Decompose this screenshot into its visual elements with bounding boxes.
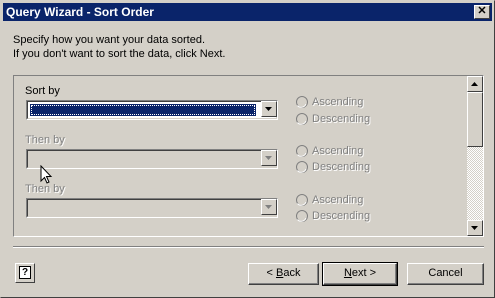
then-by-2-dropdown[interactable] — [26, 198, 278, 218]
scrollbar-thumb[interactable] — [467, 92, 483, 147]
sort-by-ascending-radio[interactable] — [296, 96, 308, 108]
then-by-2-ascending-radio[interactable] — [296, 194, 308, 206]
sort-by-field-frame — [27, 101, 277, 119]
next-label-rest: ext > — [351, 267, 377, 279]
then-by-1-dropdown[interactable] — [26, 149, 278, 169]
back-prefix: < — [266, 267, 276, 279]
then-by-2-descending-label: Descending — [312, 210, 371, 222]
sort-by-descending-label: Descending — [312, 113, 371, 125]
cancel-button[interactable]: Cancel — [407, 263, 484, 285]
next-button[interactable]: Next > — [322, 262, 398, 286]
sort-by-selected-value — [30, 104, 256, 116]
close-button[interactable]: ✕ — [474, 5, 490, 19]
close-icon: ✕ — [477, 5, 487, 17]
back-label-rest: ack — [283, 267, 301, 279]
sort-by-dropdown[interactable] — [26, 100, 278, 120]
scroll-up-icon — [471, 82, 478, 86]
scroll-down-button[interactable] — [467, 220, 483, 236]
divider — [13, 246, 484, 248]
sort-by-descending-radio[interactable] — [296, 113, 308, 125]
then-by-1-dropdown-button[interactable] — [261, 150, 277, 166]
then-by-2-field-frame — [27, 199, 277, 217]
then-by-2-descending-radio[interactable] — [296, 210, 308, 222]
instruction-line-2: If you don't want to sort the data, clic… — [13, 48, 226, 60]
then-by-1-ascending-radio[interactable] — [296, 145, 308, 157]
help-button[interactable]: ? — [15, 263, 35, 283]
help-icon: ? — [19, 266, 31, 279]
sort-order-panel: Sort by Ascending Descending Then by Asc… — [13, 75, 484, 237]
dropdown-arrow-icon — [265, 156, 272, 160]
sort-by-label: Sort by — [25, 85, 60, 97]
title-bar[interactable]: Query Wizard - Sort Order ✕ — [3, 3, 492, 21]
window-title: Query Wizard - Sort Order — [6, 5, 154, 19]
scroll-down-icon — [471, 226, 478, 230]
then-by-2-ascending-label: Ascending — [312, 194, 364, 206]
sort-by-dropdown-button[interactable] — [261, 101, 277, 117]
instructions: Specify how you want your data sorted. I… — [13, 33, 225, 61]
then-by-2-dropdown-button[interactable] — [261, 199, 277, 215]
then-by-1-ascending-label: Ascending — [312, 145, 364, 157]
dropdown-arrow-icon — [265, 205, 272, 209]
sort-by-ascending-label: Ascending — [312, 96, 364, 108]
then-by-1-descending-radio[interactable] — [296, 161, 308, 173]
instruction-line-1: Specify how you want your data sorted. — [13, 34, 205, 46]
then-by-1-descending-label: Descending — [312, 161, 371, 173]
back-button[interactable]: < Back — [248, 263, 319, 285]
next-accelerator: N — [343, 267, 352, 279]
then-by-1-label: Then by — [25, 134, 65, 146]
query-wizard-window: Query Wizard - Sort Order ✕ Specify how … — [0, 0, 495, 298]
scroll-up-button[interactable] — [467, 76, 483, 92]
then-by-1-field-frame — [27, 150, 277, 168]
dropdown-arrow-icon — [265, 107, 272, 111]
mouse-cursor-icon — [40, 165, 53, 184]
vertical-scrollbar[interactable] — [467, 76, 483, 236]
